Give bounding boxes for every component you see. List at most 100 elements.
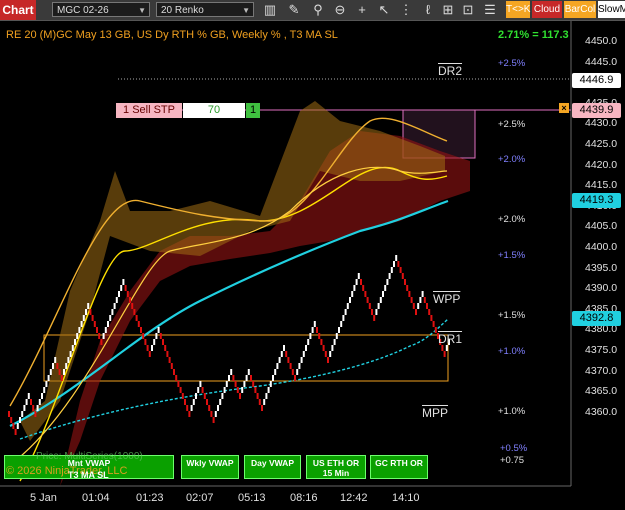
close-order-icon[interactable]: × [559, 103, 569, 113]
renko-brick [126, 291, 129, 297]
renko-brick [25, 399, 28, 405]
zoom-out-icon[interactable]: ⊖ [332, 2, 348, 18]
renko-brick [188, 411, 191, 417]
zoom-icon[interactable]: ⚲ [310, 2, 326, 18]
renko-brick [393, 261, 395, 267]
price-plot[interactable] [0, 21, 625, 510]
series-tooltip: Price: MultiSeries(1000) [36, 451, 143, 462]
strategies-icon[interactable]: ⊞ [440, 2, 456, 18]
us-eth-or-button[interactable]: US ETH OR 15 Min [306, 455, 366, 479]
renko-brick [30, 399, 32, 405]
day-vwap-button[interactable]: Day VWAP [244, 455, 301, 479]
renko-brick [115, 297, 118, 303]
renko-brick [430, 315, 433, 321]
chart-title-tab[interactable]: Chart [0, 0, 36, 20]
order-quantity[interactable]: 70 [183, 103, 245, 118]
renko-brick [368, 303, 371, 309]
weekly-vwap-button[interactable]: Wkly VWAP [181, 455, 239, 479]
instrument-select[interactable]: MGC 02-26 ▼ [52, 2, 150, 17]
renko-brick [382, 291, 384, 297]
renko-brick [254, 387, 257, 393]
renko-brick [168, 357, 171, 363]
renko-brick [263, 399, 266, 405]
renko-brick [426, 303, 428, 309]
cyan-upper-price-tag: 4419.3 [572, 193, 621, 208]
order-label[interactable]: 1 Sell STP [116, 103, 182, 118]
renko-brick [179, 387, 182, 393]
price-axis-tick: 4390.0 [585, 282, 618, 295]
renko-brick [58, 369, 61, 375]
renko-brick [366, 297, 369, 303]
price-axis-tick: 4430.0 [585, 117, 618, 130]
renko-brick [221, 393, 224, 399]
renko-brick [133, 309, 136, 315]
renko-brick [190, 405, 193, 411]
renko-brick [353, 285, 356, 291]
renko-brick [379, 297, 382, 303]
renko-brick [71, 345, 74, 351]
renko-brick [144, 339, 147, 345]
tk-button[interactable]: T<>K [506, 1, 530, 18]
pointer-icon[interactable]: ↖ [376, 2, 392, 18]
renko-brick [225, 381, 228, 387]
gc-rth-or-button[interactable]: GC RTH OR [370, 455, 428, 479]
time-axis-tick: 01:04 [82, 492, 110, 504]
templates-icon[interactable]: ⊡ [460, 2, 476, 18]
renko-brick [324, 351, 327, 357]
renko-brick [80, 321, 83, 327]
crosshair-icon[interactable]: + [354, 2, 370, 18]
renko-brick [412, 303, 415, 309]
renko-brick [355, 279, 358, 285]
renko-brick [87, 303, 90, 309]
renko-brick [63, 369, 65, 375]
renko-brick [96, 327, 98, 333]
time-axis-tick: 01:23 [136, 492, 164, 504]
renko-brick [74, 339, 76, 345]
renko-brick [89, 309, 92, 315]
chart-panel[interactable]: RE 20 (M)GC May 13 GB, US Dy RTH % GB, W… [0, 21, 625, 510]
renko-brick [269, 381, 272, 387]
renko-brick [173, 369, 175, 375]
price-axis-tick: 4445.0 [585, 55, 618, 68]
renko-brick [177, 381, 180, 387]
percent-level-label: +2.5% [498, 58, 526, 69]
renko-brick [344, 309, 347, 315]
renko-brick [377, 303, 380, 309]
renko-brick [307, 339, 310, 345]
renko-brick [8, 411, 10, 417]
renko-brick [423, 297, 426, 303]
chart-style-icon[interactable]: ⋮ [398, 2, 414, 18]
renko-brick [327, 357, 329, 363]
period-select[interactable]: 20 Renko ▼ [156, 2, 254, 17]
renko-brick [153, 339, 156, 345]
renko-brick [85, 309, 87, 315]
renko-brick [419, 297, 422, 303]
percent-level-label: +2.5% [498, 119, 526, 130]
t3-ma-sl-label: T3 MA SL [68, 470, 109, 480]
slowm-button[interactable]: SlowM [598, 1, 625, 18]
renko-brick [137, 321, 140, 327]
renko-brick [60, 375, 63, 381]
renko-brick [181, 393, 184, 399]
renko-brick [410, 297, 413, 303]
order-count[interactable]: 1 [246, 103, 260, 118]
renko-brick [357, 273, 360, 279]
renko-brick [408, 291, 411, 297]
indicators-icon[interactable]: ℓ [420, 2, 436, 18]
renko-brick [250, 375, 252, 381]
renko-brick [43, 387, 46, 393]
barcol-button[interactable]: BarCol [564, 1, 596, 18]
renko-brick [294, 375, 296, 381]
cloud-button[interactable]: Cloud [532, 1, 562, 18]
renko-brick [102, 333, 105, 339]
renko-brick [34, 411, 37, 417]
percent-level-label: +2.0% [498, 154, 526, 165]
renko-brick [280, 351, 283, 357]
drawing-tools-icon[interactable]: ✎ [286, 2, 302, 18]
kumo-cloud-red [60, 131, 470, 486]
renko-brick [313, 321, 316, 327]
percent-level-label: +1.0% [498, 406, 526, 417]
renko-brick [276, 363, 279, 369]
properties-icon[interactable]: ☰ [482, 2, 498, 18]
bars-icon[interactable]: ▥ [262, 2, 278, 18]
